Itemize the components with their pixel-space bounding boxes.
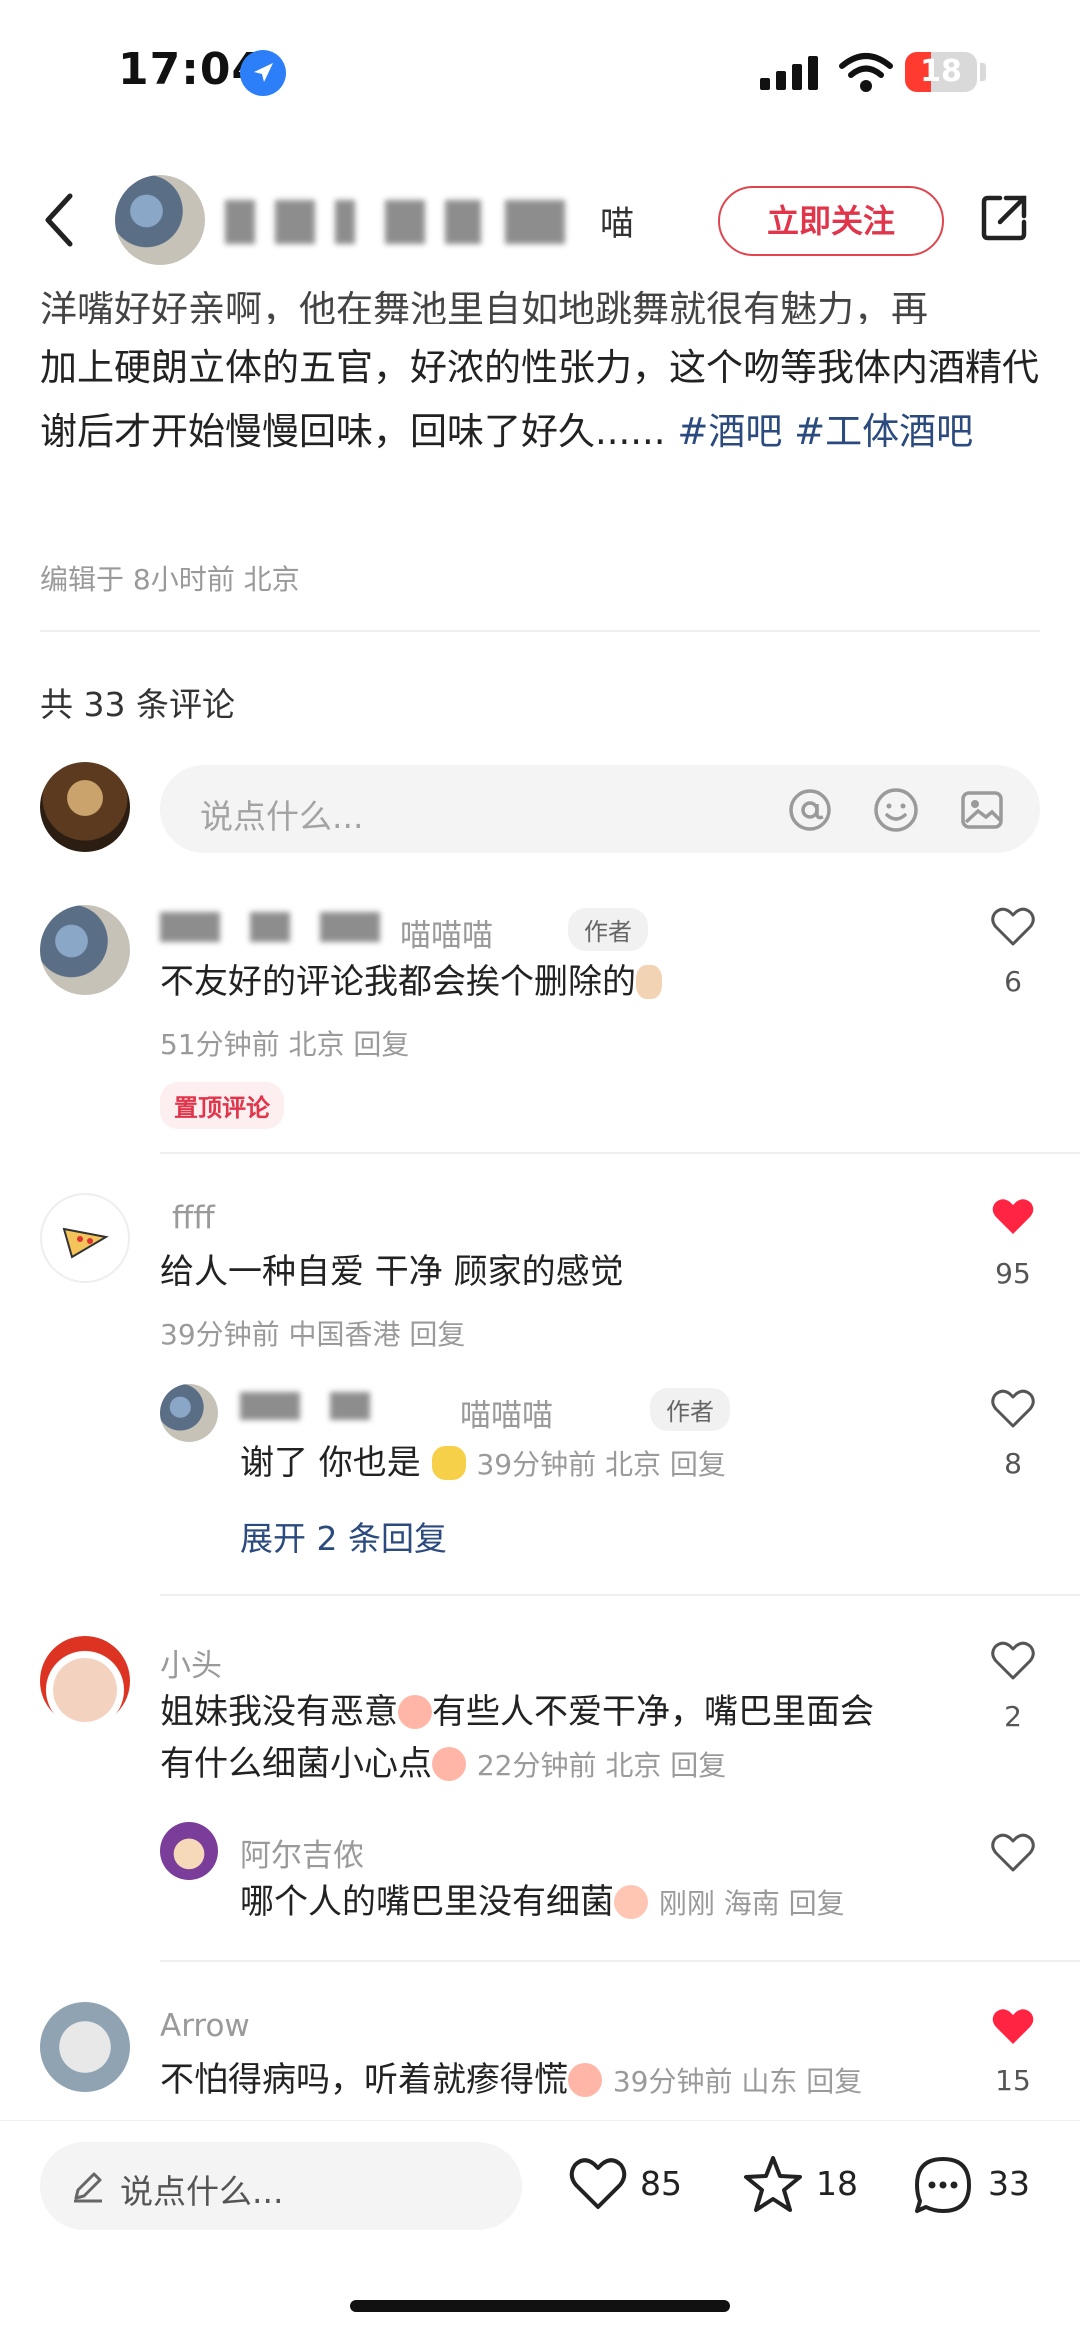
expand-replies-link[interactable]: 展开 2 条回复 [240,1512,447,1560]
crying-emoji-icon [432,1747,466,1781]
commenter-avatar[interactable] [40,1193,130,1283]
comment-text: 不怕得病吗，听着就瘆得慌 39分钟前 山东 回复 [160,2060,863,2100]
comments-count: 共 33 条评论 [40,685,235,724]
battery-level: 18 [920,54,962,89]
heart-outline-icon[interactable] [990,906,1036,948]
comment-bubble-icon[interactable] [912,2154,974,2216]
author-avatar[interactable] [115,175,205,265]
heart-outline-icon[interactable] [990,1388,1036,1430]
pizza-icon [62,1227,109,1259]
replier-name-blurred [240,1392,440,1422]
hand-emoji-icon [636,965,662,999]
image-icon[interactable] [958,786,1006,834]
back-chevron-icon[interactable] [40,190,80,250]
star-count: 18 [816,2164,858,2203]
like-count: 2 [1004,1700,1022,1733]
star-icon[interactable] [742,2154,804,2214]
divider [160,1152,1080,1154]
commenter-name-blurred [160,912,390,946]
replier-name[interactable]: 喵喵喵 [460,1390,553,1435]
heart-outline-icon[interactable] [990,1832,1036,1874]
like-count: 8 [1004,1447,1022,1480]
reply-meta[interactable]: 39分钟前 北京 回复 [476,1448,725,1481]
author-name-tail: 喵 [600,204,634,244]
like-count: 15 [995,2064,1031,2097]
commenter-avatar[interactable] [40,905,130,995]
replier-avatar[interactable] [160,1384,218,1442]
hand-emoji-icon [431,1446,466,1480]
emoji-icon[interactable] [872,786,920,834]
share-icon[interactable] [978,192,1030,244]
commenter-name[interactable]: 喵喵喵 [400,910,493,955]
commenter-name[interactable]: Arrow [160,2008,250,2044]
heart-filled-icon[interactable] [990,1196,1036,1238]
comment-count: 33 [988,2164,1030,2203]
replier-avatar[interactable] [160,1822,218,1880]
hashtag-gongti-bar[interactable]: #工体酒吧 [794,410,973,453]
commenter-name[interactable]: 小头 [160,1640,222,1685]
bottom-input-placeholder[interactable]: 说点什么... [120,2165,283,2213]
crying-emoji-icon [398,1695,432,1729]
author-tag: 作者 [568,908,648,951]
battery-icon: 18 [905,52,977,92]
comment-text: 姐妹我没有恶意 有些人不爱干净，嘴巴里面会 有什么细菌小心点 22分钟前 北京 回… [160,1692,874,1784]
heart-outline-icon[interactable] [990,1640,1036,1682]
comment-meta[interactable]: 39分钟前 山东 回复 [613,2065,862,2098]
follow-button[interactable]: 立即关注 [718,186,944,256]
edit-meta: 编辑于 8小时前 北京 [40,563,300,596]
commenter-avatar[interactable] [40,2002,130,2092]
baby-emoji-icon [614,1885,648,1919]
my-avatar [40,762,130,852]
commenter-avatar[interactable] [40,1636,130,1726]
replier-name[interactable]: 阿尔吉侬 [240,1830,364,1875]
comment-meta[interactable]: 22分钟前 北京 回复 [477,1749,726,1782]
divider [40,630,1040,632]
like-count-total: 85 [640,2164,682,2203]
reply-meta[interactable]: 刚刚 海南 回复 [659,1887,845,1920]
reply-text: 哪个人的嘴巴里没有细菌 刚刚 海南 回复 [240,1882,845,1922]
author-tag: 作者 [650,1388,730,1431]
like-heart-icon[interactable] [568,2156,628,2212]
comment-text: 不友好的评论我都会挨个删除的 [160,956,662,1008]
mention-icon[interactable] [786,786,834,834]
battery-tip [980,63,986,81]
heart-filled-icon[interactable] [990,2006,1036,2048]
post-text-cut-line: 洋嘴好好亲啊，他在舞池里自如地跳舞就很有魅力，再 [40,288,928,324]
like-count: 95 [995,1257,1031,1290]
wifi-icon [839,53,893,92]
like-count: 6 [1004,965,1022,998]
hashtag-bar[interactable]: #酒吧 [677,410,782,453]
divider [160,1594,1080,1596]
author-name-blurred[interactable] [225,200,655,244]
home-indicator [350,2300,730,2312]
comment-meta[interactable]: 39分钟前 中国香港 回复 [160,1313,465,1353]
pen-icon [74,2172,102,2203]
comment-meta[interactable]: 51分钟前 北京 回复 [160,1023,409,1063]
crying-emoji-icon [568,2063,602,2097]
commenter-name[interactable]: ffff [172,1200,215,1236]
comment-input-placeholder[interactable]: 说点什么... [200,790,363,838]
pinned-tag: 置顶评论 [160,1082,284,1129]
comment-text: 给人一种自爱 干净 顾家的感觉 [160,1252,624,1292]
cellular-signal-icon [760,56,818,90]
location-arrow-icon [240,50,286,96]
reply-text: 谢了 你也是 39分钟前 北京 回复 [240,1443,726,1483]
divider [160,1960,1080,1962]
post-text: 加上硬朗立体的五官，好浓的性张力，这个吻等我体内酒精代谢后才开始慢慢回味，回味了… [40,336,1040,464]
